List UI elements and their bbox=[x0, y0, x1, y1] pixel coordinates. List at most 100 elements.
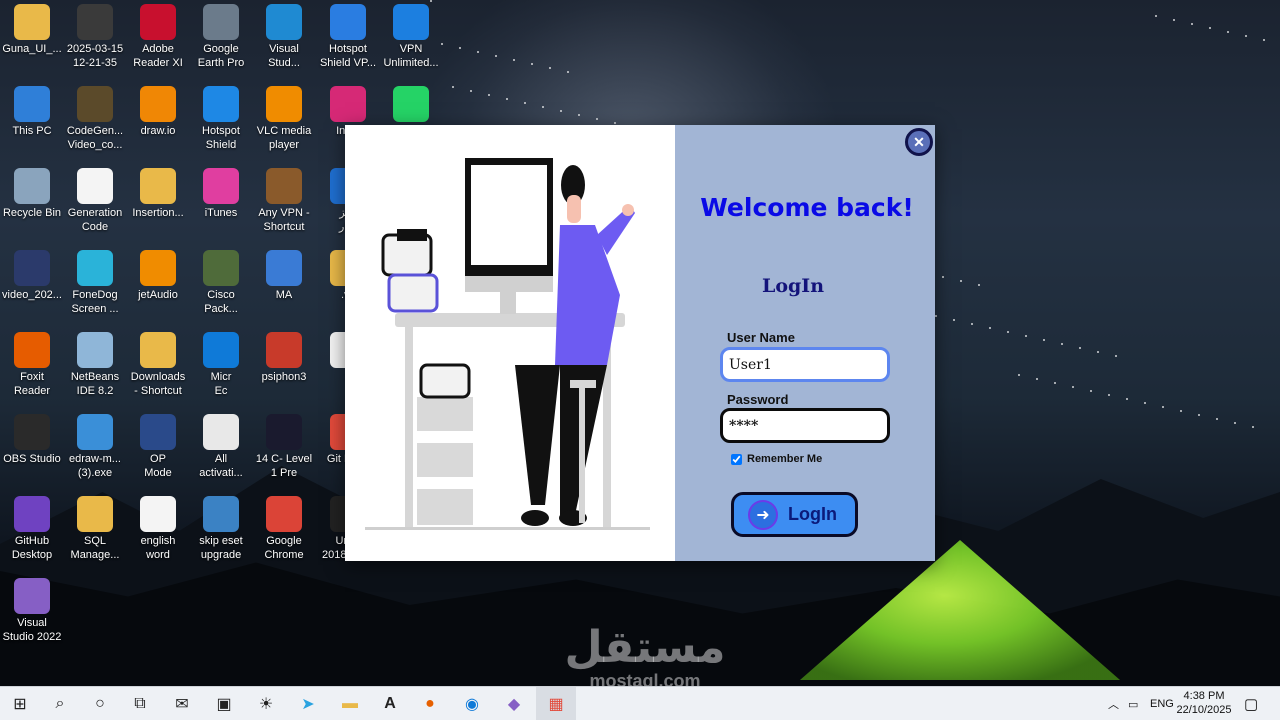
desktop-icon[interactable]: Cisco Pack... bbox=[189, 246, 253, 326]
desktop-icon[interactable]: Visual Studio 2022 bbox=[0, 574, 64, 654]
desktop-icon[interactable]: english word bbox=[126, 492, 190, 572]
task-view-icon[interactable]: ⧉ bbox=[120, 687, 160, 720]
file-explorer-icon[interactable]: ▬ bbox=[330, 687, 370, 720]
visual-studio-icon[interactable]: ◆ bbox=[494, 687, 534, 720]
word-doc-icon bbox=[140, 496, 176, 532]
batch-file-icon bbox=[203, 496, 239, 532]
desktop-icon-label: Google Chrome bbox=[264, 535, 304, 561]
desktop-icon[interactable]: draw.io bbox=[126, 82, 190, 162]
netbeans-icon bbox=[77, 332, 113, 368]
close-icon[interactable]: ✕ bbox=[905, 128, 933, 156]
desktop-icon[interactable]: 2025-03-15 12-21-35 bbox=[63, 0, 127, 80]
desktop-icon[interactable]: OBS Studio bbox=[0, 410, 64, 490]
clock[interactable]: 4:38 PM 22/10/2025 bbox=[1172, 689, 1236, 717]
desktop-icon[interactable]: video_202... bbox=[0, 246, 64, 326]
password-label: Password bbox=[727, 392, 789, 407]
desktop-icon[interactable]: Google Chrome bbox=[252, 492, 316, 572]
desktop-icon[interactable]: Google Earth Pro bbox=[189, 0, 253, 80]
desktop-icon[interactable]: 14 C- Level 1 Pre bbox=[252, 410, 316, 490]
desktop-icon-label: SQL Manage... bbox=[70, 535, 120, 561]
tray-chevron-icon[interactable]: ︿ bbox=[1108, 687, 1119, 720]
vpn-unlimited-icon bbox=[393, 4, 429, 40]
font-app-icon[interactable]: A bbox=[370, 687, 410, 720]
video-file-icon bbox=[77, 86, 113, 122]
desktop-icon-label: Micr Ec bbox=[210, 371, 232, 397]
desktop-icon-label: Google Earth Pro bbox=[197, 43, 245, 69]
search-icon[interactable]: ⌕ bbox=[40, 687, 80, 720]
desktop-icon[interactable]: OP Mode bbox=[126, 410, 190, 490]
desktop-icon[interactable]: This PC bbox=[0, 82, 64, 162]
desktop-icon-label: Any VPN - Shortcut bbox=[258, 207, 310, 233]
desktop-icon-label: psiphon3 bbox=[261, 371, 307, 383]
login-dialog: ✕ Welcome back! LogIn User Name Password… bbox=[345, 125, 935, 561]
app-icon bbox=[266, 250, 302, 286]
desktop-icon[interactable]: Micr Ec bbox=[189, 328, 253, 408]
fonedog-icon bbox=[77, 250, 113, 286]
folder-icon bbox=[14, 4, 50, 40]
remember-me-box[interactable] bbox=[731, 453, 742, 465]
language-indicator[interactable]: ENG bbox=[1150, 687, 1174, 720]
desktop-icon[interactable]: skip eset upgrade bbox=[189, 492, 253, 572]
desktop-icon[interactable]: Recycle Bin bbox=[0, 164, 64, 244]
desktop-icon[interactable]: SQL Manage... bbox=[63, 492, 127, 572]
desktop-icon[interactable]: MA bbox=[252, 246, 316, 326]
desktop-icon-label: CodeGen... Video_co... bbox=[66, 125, 124, 151]
desktop-icon[interactable]: Hotspot Shield VP... bbox=[316, 0, 380, 80]
login-button[interactable]: ➜ LogIn bbox=[731, 492, 858, 537]
instagram-icon bbox=[330, 86, 366, 122]
desktop-icon[interactable]: All activati... bbox=[189, 410, 253, 490]
remember-me-checkbox[interactable]: Remember Me bbox=[731, 453, 822, 465]
edge-icon[interactable]: ◉ bbox=[452, 687, 492, 720]
whatsapp-icon bbox=[393, 86, 429, 122]
desktop-icon[interactable]: FoneDog Screen ... bbox=[63, 246, 127, 326]
desktop-icon-label: 14 C- Level 1 Pre bbox=[255, 453, 313, 479]
notification-icon[interactable]: ▢ bbox=[1244, 687, 1258, 720]
video-file-icon bbox=[14, 250, 50, 286]
desktop-icon-label: Foxit Reader bbox=[13, 371, 51, 397]
weather-icon[interactable]: ☀ bbox=[246, 687, 286, 720]
desktop-icon-label: Visual Studio 2022 bbox=[2, 617, 62, 643]
password-input[interactable] bbox=[720, 408, 890, 443]
desktop-icon[interactable]: Downloads - Shortcut bbox=[126, 328, 190, 408]
desktop-icon[interactable]: CodeGen... Video_co... bbox=[63, 82, 127, 162]
cisco-packet-icon bbox=[203, 250, 239, 286]
desktop-icon-label: Generation Code bbox=[67, 207, 123, 233]
desktop-icon[interactable]: Insertion... bbox=[126, 164, 190, 244]
desktop-icon-label: Cisco Pack... bbox=[204, 289, 238, 315]
desktop-icon[interactable]: Generation Code bbox=[63, 164, 127, 244]
hotspot-shield-vpn-icon bbox=[330, 4, 366, 40]
desktop-icon[interactable]: Any VPN - Shortcut bbox=[252, 164, 316, 244]
desktop-icon[interactable]: NetBeans IDE 8.2 bbox=[63, 328, 127, 408]
desktop-icon[interactable]: edraw-m... (3).exe bbox=[63, 410, 127, 490]
firefox-icon[interactable]: ● bbox=[410, 687, 450, 720]
mail-icon[interactable]: ✉ bbox=[162, 687, 202, 720]
desktop-icon-label: Hotspot Shield VP... bbox=[319, 43, 377, 69]
desktop-icon[interactable]: VPN Unlimited... bbox=[379, 0, 443, 80]
desktop-icon[interactable]: Adobe Reader XI bbox=[126, 0, 190, 80]
telegram-icon[interactable]: ➤ bbox=[288, 687, 328, 720]
desktop-icon[interactable]: GitHub Desktop bbox=[0, 492, 64, 572]
desktop-icon[interactable]: psiphon3 bbox=[252, 328, 316, 408]
login-panel: ✕ Welcome back! LogIn User Name Password… bbox=[675, 125, 935, 561]
cortana-icon[interactable]: ○ bbox=[80, 687, 120, 720]
desktop-icon-label: iTunes bbox=[204, 207, 238, 219]
winforms-app-icon[interactable]: ▦ bbox=[536, 687, 576, 720]
username-input[interactable] bbox=[720, 347, 890, 382]
clock-date: 22/10/2025 bbox=[1176, 704, 1232, 716]
desktop-icon[interactable]: Hotspot Shield bbox=[189, 82, 253, 162]
desktop-icon-label: MA bbox=[275, 289, 293, 301]
desktop-icon[interactable]: Visual Stud... bbox=[252, 0, 316, 80]
desktop-icon[interactable]: VLC media player bbox=[252, 82, 316, 162]
windows-start-icon[interactable]: ⊞ bbox=[0, 687, 40, 720]
desktop-icon-label: NetBeans IDE 8.2 bbox=[70, 371, 120, 397]
desktop-icon-label: VPN Unlimited... bbox=[383, 43, 439, 69]
username-label: User Name bbox=[727, 330, 795, 345]
desktop-icon[interactable]: Guna_UI_... bbox=[0, 0, 64, 80]
battery-icon[interactable]: ▭ bbox=[1128, 687, 1138, 720]
desktop-icon[interactable]: iTunes bbox=[189, 164, 253, 244]
store-icon[interactable]: ▣ bbox=[204, 687, 244, 720]
desktop-icon[interactable]: Foxit Reader bbox=[0, 328, 64, 408]
desktop-icon-label: video_202... bbox=[2, 289, 62, 301]
person-at-desk-illustration bbox=[365, 158, 650, 530]
desktop-icon[interactable]: jetAudio bbox=[126, 246, 190, 326]
